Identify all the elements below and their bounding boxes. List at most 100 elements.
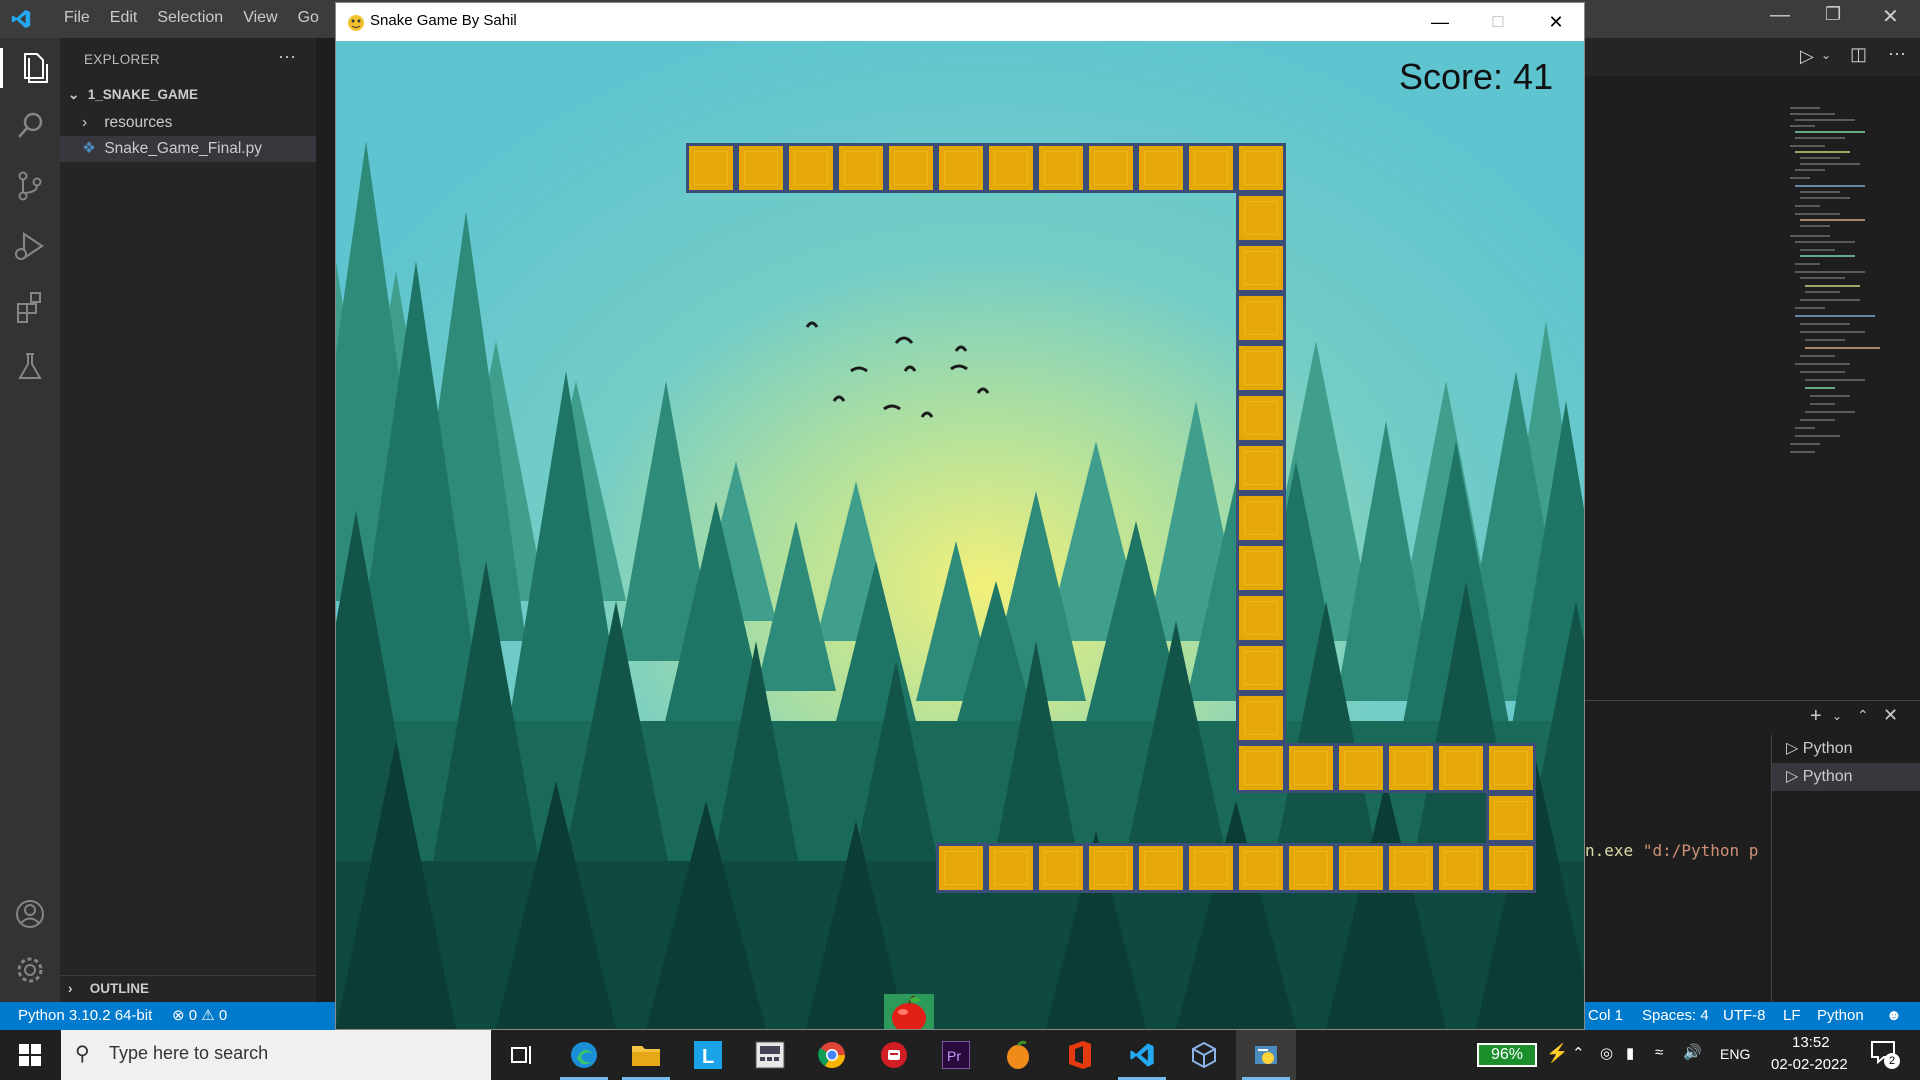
- input-language[interactable]: ENG: [1720, 1046, 1750, 1062]
- snake-segment: [786, 143, 836, 193]
- new-terminal-icon[interactable]: +: [1810, 705, 1822, 728]
- outline-section[interactable]: › OUTLINE: [60, 975, 316, 1001]
- snake-segment: [836, 143, 886, 193]
- snake-segment: [1236, 543, 1286, 593]
- account-icon[interactable]: [10, 894, 50, 934]
- terminal-icon: ▷: [1786, 768, 1799, 785]
- outline-label: OUTLINE: [89, 981, 150, 996]
- search-placeholder: Type here to search: [109, 1043, 269, 1063]
- red-app-icon[interactable]: [864, 1030, 924, 1080]
- maximize-panel-icon[interactable]: ⌃: [1857, 707, 1869, 724]
- editor-tabs-bar: ▷ ⌄ ◫ ⋯: [1585, 38, 1920, 76]
- snake-segment: [1386, 743, 1436, 793]
- task-view-icon[interactable]: [492, 1030, 552, 1080]
- source-control-icon[interactable]: [10, 166, 50, 206]
- search-icon[interactable]: [10, 106, 50, 146]
- folder-root[interactable]: ⌄ 1_SNAKE_GAME: [60, 82, 316, 108]
- chevron-right-icon: ›: [68, 981, 73, 996]
- game-window-title: Snake Game By Sahil: [370, 12, 517, 29]
- game-canvas[interactable]: Score: 41: [336, 41, 1584, 1029]
- split-editor-icon[interactable]: ◫: [1850, 44, 1867, 65]
- restore-icon[interactable]: ❐: [1825, 4, 1841, 25]
- menu-selection[interactable]: Selection: [147, 9, 233, 27]
- chevron-down-icon[interactable]: ⌄: [1821, 48, 1831, 62]
- close-panel-icon[interactable]: ✕: [1883, 705, 1898, 726]
- calculator-app-icon[interactable]: [740, 1030, 800, 1080]
- office-icon[interactable]: [1050, 1030, 1110, 1080]
- testing-icon[interactable]: [10, 346, 50, 386]
- snake-segment: [936, 143, 986, 193]
- show-hidden-icons-chevron-icon[interactable]: ⌃: [1572, 1044, 1585, 1062]
- snake-segment: [1236, 293, 1286, 343]
- eol-status[interactable]: LF: [1783, 1002, 1801, 1030]
- tree-item-resources[interactable]: › resources: [60, 110, 316, 136]
- windows-start-icon[interactable]: [0, 1030, 60, 1080]
- taskbar-search-box[interactable]: ⚲ Type here to search: [61, 1030, 491, 1080]
- explorer-icon[interactable]: [0, 48, 60, 88]
- snake-segment: [1386, 843, 1436, 893]
- file-explorer-icon[interactable]: [616, 1030, 676, 1080]
- premiere-pro-icon[interactable]: Pr: [926, 1030, 986, 1080]
- more-actions-icon[interactable]: ⋯: [1888, 44, 1906, 65]
- run-icon[interactable]: ▷: [1800, 46, 1814, 67]
- terminal-item-label: Python: [1802, 740, 1853, 757]
- menu-view[interactable]: View: [233, 9, 287, 27]
- edge-browser-icon[interactable]: [554, 1030, 614, 1080]
- menu-edit[interactable]: Edit: [100, 9, 148, 27]
- snake-segment: [1236, 693, 1286, 743]
- menu-go[interactable]: Go: [288, 9, 329, 27]
- close-icon[interactable]: ✕: [1882, 4, 1899, 29]
- python-app-icon[interactable]: [1236, 1030, 1296, 1080]
- snake-segment: [1186, 843, 1236, 893]
- snake-segment: [686, 143, 736, 193]
- minimap[interactable]: [1785, 105, 1895, 525]
- run-debug-icon[interactable]: [10, 226, 50, 266]
- vscode-taskbar-icon[interactable]: [1112, 1030, 1172, 1080]
- snake-segment: [1436, 743, 1486, 793]
- l-app-icon[interactable]: L: [678, 1030, 738, 1080]
- tree-item-snake-game-file[interactable]: ❖ Snake_Game_Final.py: [60, 136, 316, 162]
- python-interpreter-status[interactable]: Python 3.10.2 64-bit: [18, 1002, 152, 1030]
- indentation-status[interactable]: Spaces: 4: [1642, 1002, 1709, 1030]
- cursor-column-status[interactable]: Col 1: [1588, 1002, 1623, 1030]
- menu-file[interactable]: File: [54, 9, 100, 27]
- wifi-icon[interactable]: ≈: [1655, 1044, 1663, 1061]
- terminal-item-python-1[interactable]: ▷ Python: [1772, 735, 1920, 763]
- explorer-sidebar: EXPLORER ··· ⌄ 1_SNAKE_GAME › resources …: [60, 38, 316, 1002]
- extensions-icon[interactable]: [10, 286, 50, 326]
- clock-time[interactable]: 13:52: [1792, 1034, 1830, 1051]
- maximize-icon[interactable]: ☐: [1469, 3, 1527, 41]
- problems-status[interactable]: ⊗ 0 ⚠ 0: [172, 1002, 227, 1030]
- terminal-path-text: "d:/Python p: [1642, 841, 1759, 860]
- virtualbox-icon[interactable]: [1174, 1030, 1234, 1080]
- chrome-browser-icon[interactable]: [802, 1030, 862, 1080]
- more-actions-icon[interactable]: ···: [278, 46, 296, 67]
- minimize-icon[interactable]: —: [1411, 3, 1469, 41]
- svg-text:Pr: Pr: [947, 1048, 961, 1064]
- close-icon[interactable]: ✕: [1527, 3, 1585, 41]
- battery-icon[interactable]: ▮: [1626, 1044, 1634, 1062]
- chevron-down-icon: ⌄: [68, 87, 80, 102]
- minimize-icon[interactable]: —: [1770, 4, 1790, 27]
- settings-gear-icon[interactable]: [10, 950, 50, 990]
- snake-segment: [1236, 593, 1286, 643]
- terminal-item-python-2[interactable]: ▷ Python: [1772, 763, 1920, 791]
- fl-studio-icon[interactable]: [988, 1030, 1048, 1080]
- battery-percentage[interactable]: 96%: [1477, 1043, 1537, 1067]
- svg-text:L: L: [702, 1046, 714, 1068]
- snake-segment: [1236, 393, 1286, 443]
- clock-date[interactable]: 02-02-2022: [1771, 1056, 1848, 1073]
- snake-segment: [1136, 143, 1186, 193]
- chevron-down-icon[interactable]: ⌄: [1832, 709, 1842, 723]
- feedback-icon[interactable]: ☻: [1886, 1002, 1902, 1030]
- meet-now-icon[interactable]: ◎: [1600, 1044, 1613, 1062]
- volume-icon[interactable]: 🔊: [1683, 1043, 1702, 1061]
- snake-segment: [1236, 843, 1286, 893]
- encoding-status[interactable]: UTF-8: [1723, 1002, 1766, 1030]
- language-mode-status[interactable]: Python: [1817, 1002, 1864, 1030]
- search-icon: ⚲: [75, 1043, 90, 1065]
- snake-segment: [1486, 843, 1536, 893]
- terminal-list: ▷ Python ▷ Python: [1771, 735, 1920, 1002]
- notification-center-icon[interactable]: 2: [1870, 1040, 1900, 1070]
- terminal-output-line: n.exe "d:/Python p: [1585, 841, 1758, 860]
